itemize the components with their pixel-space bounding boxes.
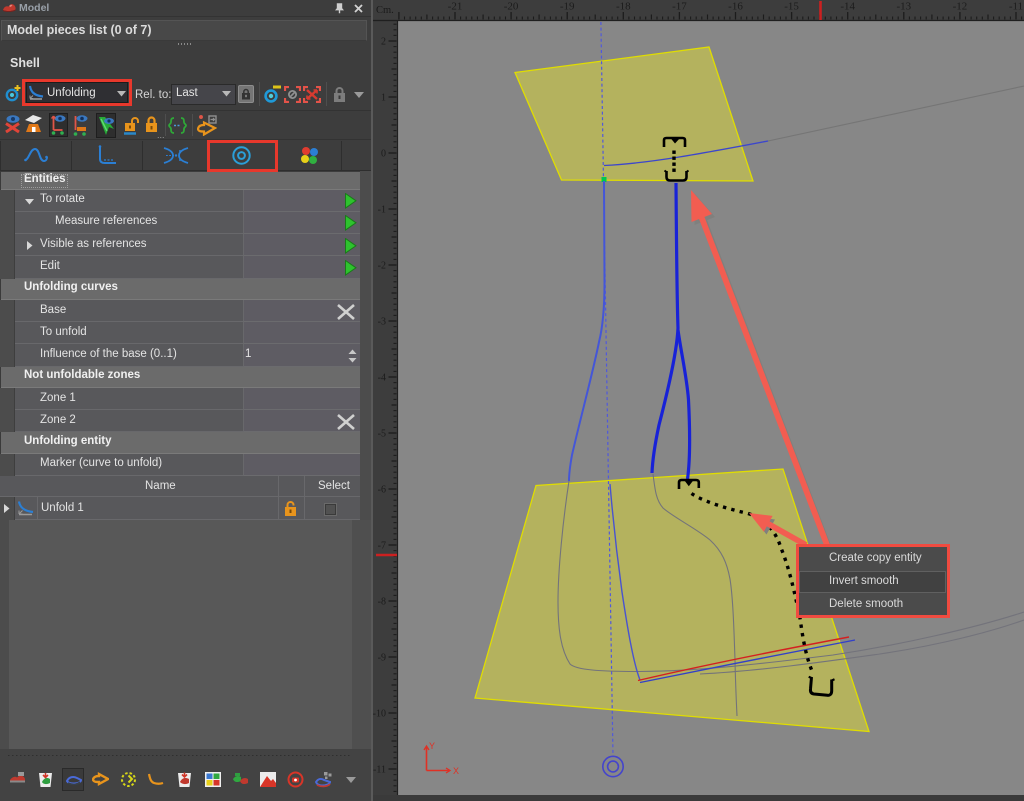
svg-text:-20: -20 xyxy=(504,1,519,13)
svg-text:-8: -8 xyxy=(378,597,386,608)
svg-text:-16: -16 xyxy=(728,1,743,13)
svg-text:-2: -2 xyxy=(378,261,386,272)
svg-text:-14: -14 xyxy=(840,1,855,13)
svg-text:-6: -6 xyxy=(378,485,386,496)
svg-text:-9: -9 xyxy=(378,653,386,664)
svg-text:Y: Y xyxy=(429,741,435,751)
svg-text:-1: -1 xyxy=(378,205,386,216)
svg-text:0: 0 xyxy=(381,149,386,160)
svg-text:-19: -19 xyxy=(560,1,575,13)
svg-text:-21: -21 xyxy=(448,1,463,13)
svg-text:X: X xyxy=(453,766,459,776)
svg-text:-10: -10 xyxy=(373,709,386,720)
svg-text:-5: -5 xyxy=(378,429,386,440)
svg-text:-11: -11 xyxy=(1009,1,1023,13)
svg-text:-3: -3 xyxy=(378,317,386,328)
svg-text:-4: -4 xyxy=(378,373,386,384)
svg-text:Cm.: Cm. xyxy=(376,5,394,16)
svg-text:-13: -13 xyxy=(896,1,911,13)
svg-text:-7: -7 xyxy=(378,541,386,552)
svg-text:1: 1 xyxy=(381,93,386,104)
svg-text:-12: -12 xyxy=(953,1,968,13)
svg-text:-18: -18 xyxy=(616,1,631,13)
svg-text:2: 2 xyxy=(381,37,386,48)
svg-text:-11: -11 xyxy=(373,765,386,776)
svg-text:-15: -15 xyxy=(784,1,799,13)
svg-text:-17: -17 xyxy=(672,1,687,13)
